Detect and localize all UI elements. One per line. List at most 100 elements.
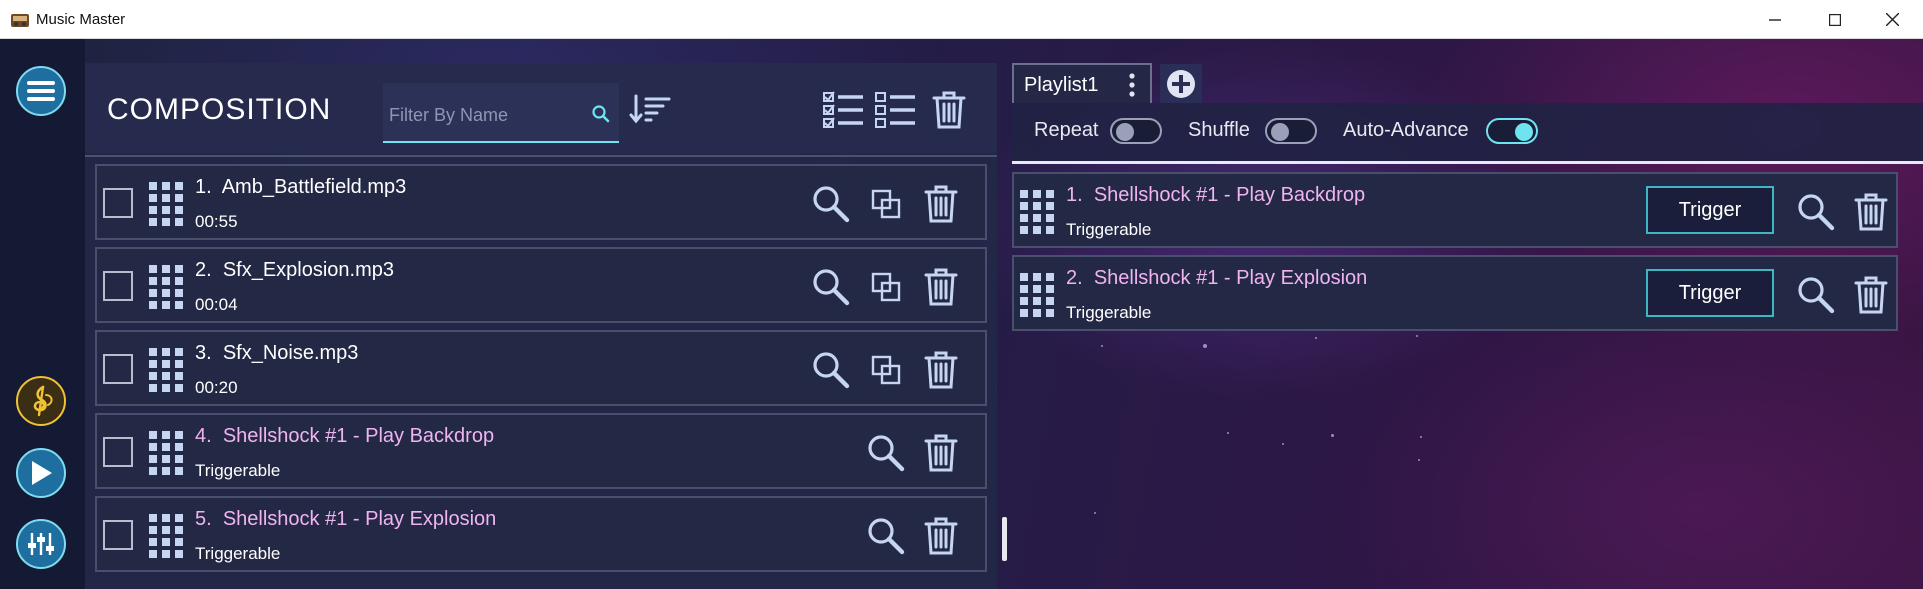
minimize-button[interactable] (1746, 0, 1803, 39)
delete-button[interactable] (919, 265, 963, 309)
list-icon (875, 92, 915, 128)
item-title: 5. Shellshock #1 - Play Explosion (195, 508, 497, 530)
copy-icon (871, 189, 901, 219)
duplicate-button[interactable] (864, 182, 908, 226)
inspect-button[interactable] (809, 348, 853, 392)
app-icon (11, 14, 29, 27)
row-checkbox[interactable] (103, 354, 133, 384)
star (1227, 432, 1229, 434)
trigger-button[interactable]: Trigger (1646, 186, 1774, 234)
star (1418, 459, 1420, 461)
copy-icon (871, 355, 901, 385)
scrollbar-thumb[interactable] (1002, 517, 1007, 561)
grip-icon (149, 265, 183, 309)
row-checkbox[interactable] (103, 188, 133, 218)
repeat-toggle[interactable] (1110, 118, 1162, 144)
title-bar: Music Master (0, 0, 1923, 39)
list-view-button[interactable] (873, 88, 917, 132)
shuffle-label: Shuffle (1188, 119, 1250, 141)
composition-panel: COMPOSITION Filter By Name 1. Amb_Battle… (85, 63, 997, 589)
list-item[interactable]: 3. Sfx_Noise.mp3 00:20 (95, 330, 987, 406)
duplicate-button[interactable] (864, 348, 908, 392)
treble-clef-icon (33, 385, 53, 417)
trash-icon (932, 91, 966, 129)
inspect-button[interactable] (809, 182, 853, 226)
composer-button[interactable] (16, 376, 66, 426)
playlist-item[interactable]: 2. Shellshock #1 - Play Explosion Trigge… (1012, 255, 1898, 331)
checklist-icon (823, 91, 863, 128)
row-checkbox[interactable] (103, 520, 133, 550)
maximize-button[interactable] (1806, 0, 1863, 39)
item-duration: 00:04 (195, 295, 238, 314)
star (1331, 434, 1334, 437)
star (1203, 344, 1207, 348)
delete-selected-button[interactable] (927, 88, 971, 132)
trash-icon (924, 268, 958, 306)
star (1420, 436, 1422, 438)
tab-label: Playlist1 (1024, 74, 1099, 96)
delete-button[interactable] (919, 182, 963, 226)
grip-icon (1020, 190, 1054, 234)
composition-header: COMPOSITION (85, 63, 997, 153)
star (1315, 337, 1317, 339)
auto-advance-toggle[interactable] (1486, 118, 1538, 144)
mixer-button[interactable] (16, 519, 66, 569)
item-title: 4. Shellshock #1 - Play Backdrop (195, 425, 495, 447)
auto-advance-label: Auto-Advance (1343, 119, 1469, 141)
delete-button[interactable] (919, 431, 963, 475)
search-icon (813, 269, 850, 306)
sort-button[interactable] (628, 87, 672, 131)
list-item[interactable]: 1. Amb_Battlefield.mp3 00:55 (95, 164, 987, 240)
filter-field[interactable] (383, 83, 619, 143)
add-playlist-button[interactable] (1160, 64, 1202, 104)
close-icon (1886, 13, 1899, 26)
toggle-knob (1515, 123, 1533, 141)
play-button[interactable] (16, 448, 66, 498)
header-divider (85, 155, 997, 157)
list-item[interactable]: 5. Shellshock #1 - Play Explosion Trigge… (95, 496, 987, 572)
trash-icon (924, 517, 958, 555)
inspect-button[interactable] (864, 514, 908, 558)
mixer-icon (28, 533, 54, 555)
grip-icon (149, 348, 183, 392)
item-title: 1. Amb_Battlefield.mp3 (195, 176, 407, 198)
inspect-button[interactable] (1794, 273, 1838, 317)
search-icon (592, 105, 610, 123)
playlist-controls: Repeat Shuffle Auto-Advance (1012, 103, 1923, 161)
trash-icon (1854, 193, 1888, 231)
filter-input[interactable] (387, 101, 581, 129)
plus-circle-icon (1167, 70, 1195, 98)
kebab-icon[interactable] (1127, 72, 1137, 98)
close-button[interactable] (1864, 0, 1921, 39)
star (1094, 512, 1096, 514)
grip-icon (1020, 273, 1054, 317)
star (1282, 443, 1284, 445)
trigger-button[interactable]: Trigger (1646, 269, 1774, 317)
duplicate-button[interactable] (864, 265, 908, 309)
menu-button[interactable] (16, 66, 66, 116)
delete-button[interactable] (1849, 273, 1893, 317)
item-title: 2. Shellshock #1 - Play Explosion (1066, 267, 1368, 289)
sort-icon (629, 94, 671, 124)
inspect-button[interactable] (1794, 190, 1838, 234)
delete-button[interactable] (919, 348, 963, 392)
grip-icon (149, 182, 183, 226)
trash-icon (1854, 276, 1888, 314)
inspect-button[interactable] (809, 265, 853, 309)
repeat-label: Repeat (1034, 119, 1099, 141)
inspect-button[interactable] (864, 431, 908, 475)
composition-title: COMPOSITION (107, 93, 332, 126)
list-item[interactable]: 2. Sfx_Explosion.mp3 00:04 (95, 247, 987, 323)
shuffle-toggle[interactable] (1265, 118, 1317, 144)
playlist-item[interactable]: 1. Shellshock #1 - Play Backdrop Trigger… (1012, 172, 1898, 248)
item-status: Triggerable (195, 544, 281, 563)
list-item[interactable]: 4. Shellshock #1 - Play Backdrop Trigger… (95, 413, 987, 489)
item-status: Triggerable (1066, 220, 1152, 239)
select-all-button[interactable] (821, 88, 865, 132)
trash-icon (924, 351, 958, 389)
row-checkbox[interactable] (103, 437, 133, 467)
delete-button[interactable] (1849, 190, 1893, 234)
row-checkbox[interactable] (103, 271, 133, 301)
delete-button[interactable] (919, 514, 963, 558)
tab-playlist1[interactable]: Playlist1 (1012, 63, 1152, 103)
